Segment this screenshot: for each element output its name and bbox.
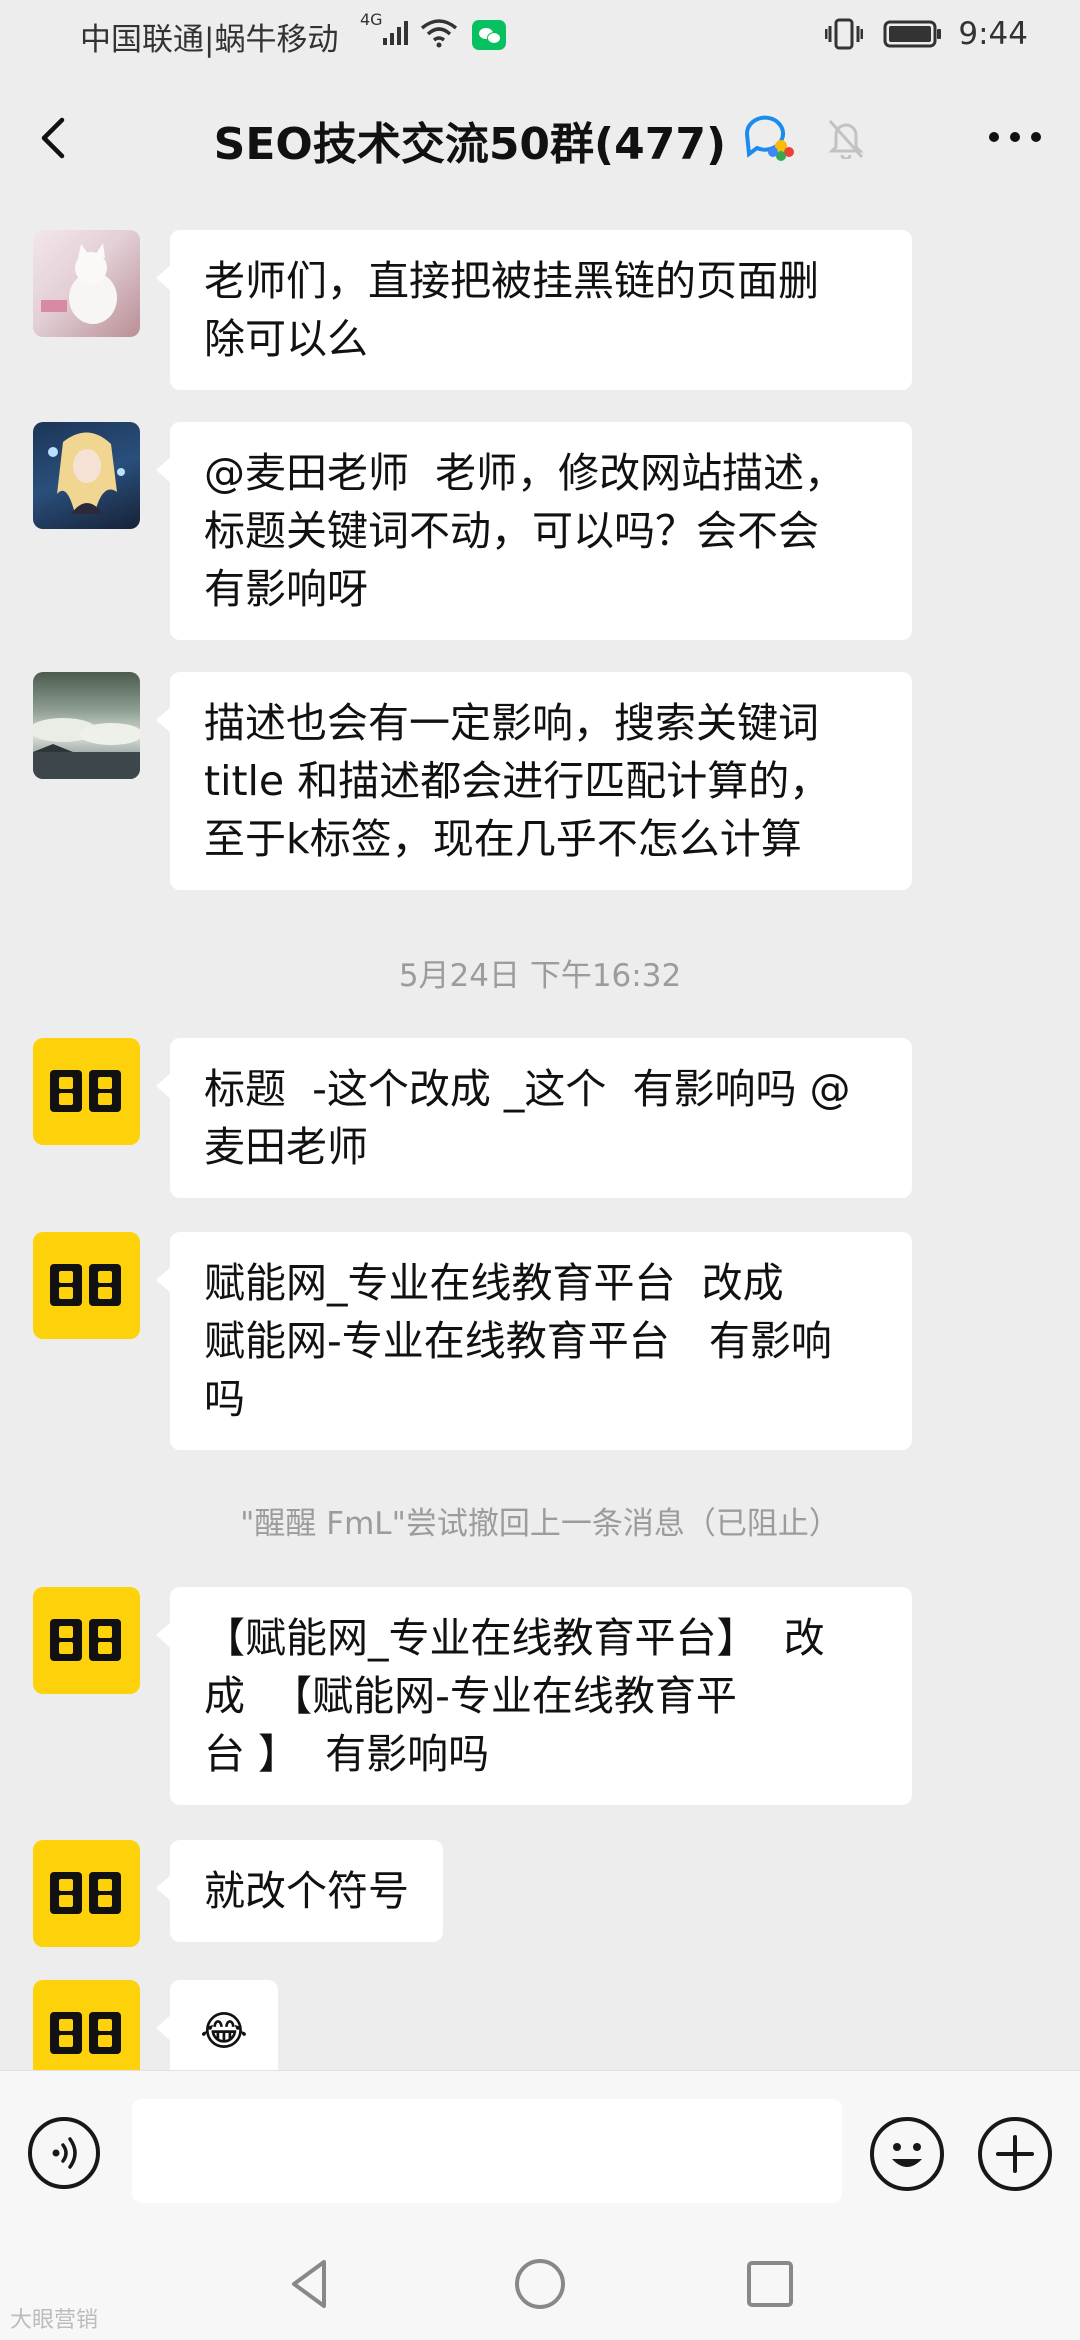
avatar-yellow-logo[interactable] <box>33 1840 140 1947</box>
avatar-yellow-logo[interactable] <box>33 1038 140 1145</box>
status-right: 9:44 <box>824 14 1028 52</box>
chat-header: SEO技术交流50群(477) <box>0 72 1080 202</box>
voice-icon[interactable] <box>28 2117 100 2189</box>
avatar-yellow-logo[interactable] <box>33 1232 140 1339</box>
bell-muted-icon <box>826 117 866 163</box>
clock: 9:44 <box>958 15 1028 52</box>
chat-title[interactable]: SEO技术交流50群(477) <box>214 119 726 170</box>
avatar-yellow-logo[interactable] <box>33 1587 140 1694</box>
message-bubble[interactable]: 描述也会有一定影响，搜索关键词 title 和描述都会进行匹配计算的， 至于k标… <box>156 672 912 890</box>
system-nav-bar: 大眼营销 <box>0 2230 1080 2340</box>
carrier-label: 中国联通|蜗牛移动 <box>80 22 339 58</box>
message-bubble[interactable]: @麦田老师 老师，修改网站描述， 标题关键词不动，可以吗？会不会 有影响呀 <box>156 422 912 640</box>
message-bubble[interactable]: 【赋能网_专业在线教育平台】 改 成 【赋能网-专业在线教育平 台 】 有影响吗 <box>156 1587 912 1805</box>
status-bar: 中国联通|蜗牛移动 4G 9:44 <box>0 0 1080 72</box>
nav-home-icon[interactable] <box>510 2254 570 2314</box>
message-bubble[interactable]: 老师们，直接把被挂黑链的页面删 除可以么 <box>156 230 912 390</box>
nav-back-icon[interactable] <box>280 2254 340 2314</box>
more-dots-icon[interactable] <box>980 112 1050 162</box>
avatar-cat-photo[interactable] <box>33 230 140 337</box>
emoji-icon[interactable] <box>870 2117 944 2191</box>
watermark-label: 大眼营销 <box>10 2308 99 2333</box>
message-bubble[interactable]: 就改个符号 <box>156 1840 443 1942</box>
wechat-notification-icon <box>472 20 506 50</box>
network-label: 4G <box>360 10 383 29</box>
message-bubble[interactable]: 标题 -这个改成 _这个 有影响吗 @ 麦田老师 <box>156 1038 912 1198</box>
message-input[interactable] <box>132 2099 842 2203</box>
battery-icon <box>883 14 953 50</box>
group-chat-icon <box>741 114 797 166</box>
message-bubble-emoji[interactable]: 😂 <box>156 1980 278 2070</box>
avatar-yellow-logo[interactable] <box>33 1980 140 2070</box>
vibrate-icon <box>824 14 873 50</box>
input-bar <box>0 2070 1080 2231</box>
title-wrap: SEO技术交流50群(477) <box>0 108 1080 172</box>
chat-message-list[interactable]: 老师们，直接把被挂黑链的页面删 除可以么 @麦田老师 老师，修改网站描述， 标题… <box>0 202 1080 2070</box>
wifi-icon <box>420 18 458 52</box>
timestamp-label: 5月24日 下午16:32 <box>398 958 682 994</box>
avatar-anime-girl[interactable] <box>33 422 140 529</box>
signal-icon <box>382 20 410 46</box>
plus-icon[interactable] <box>978 2117 1052 2191</box>
nav-recents-icon[interactable] <box>740 2254 800 2314</box>
message-bubble[interactable]: 赋能网_专业在线教育平台 改成 赋能网-专业在线教育平台 有影响 吗 <box>156 1232 912 1450</box>
recall-notice: "醒醒 FmL"尝试撤回上一条消息（已阻止） <box>240 1506 840 1542</box>
avatar-clouds-landscape[interactable] <box>33 672 140 779</box>
